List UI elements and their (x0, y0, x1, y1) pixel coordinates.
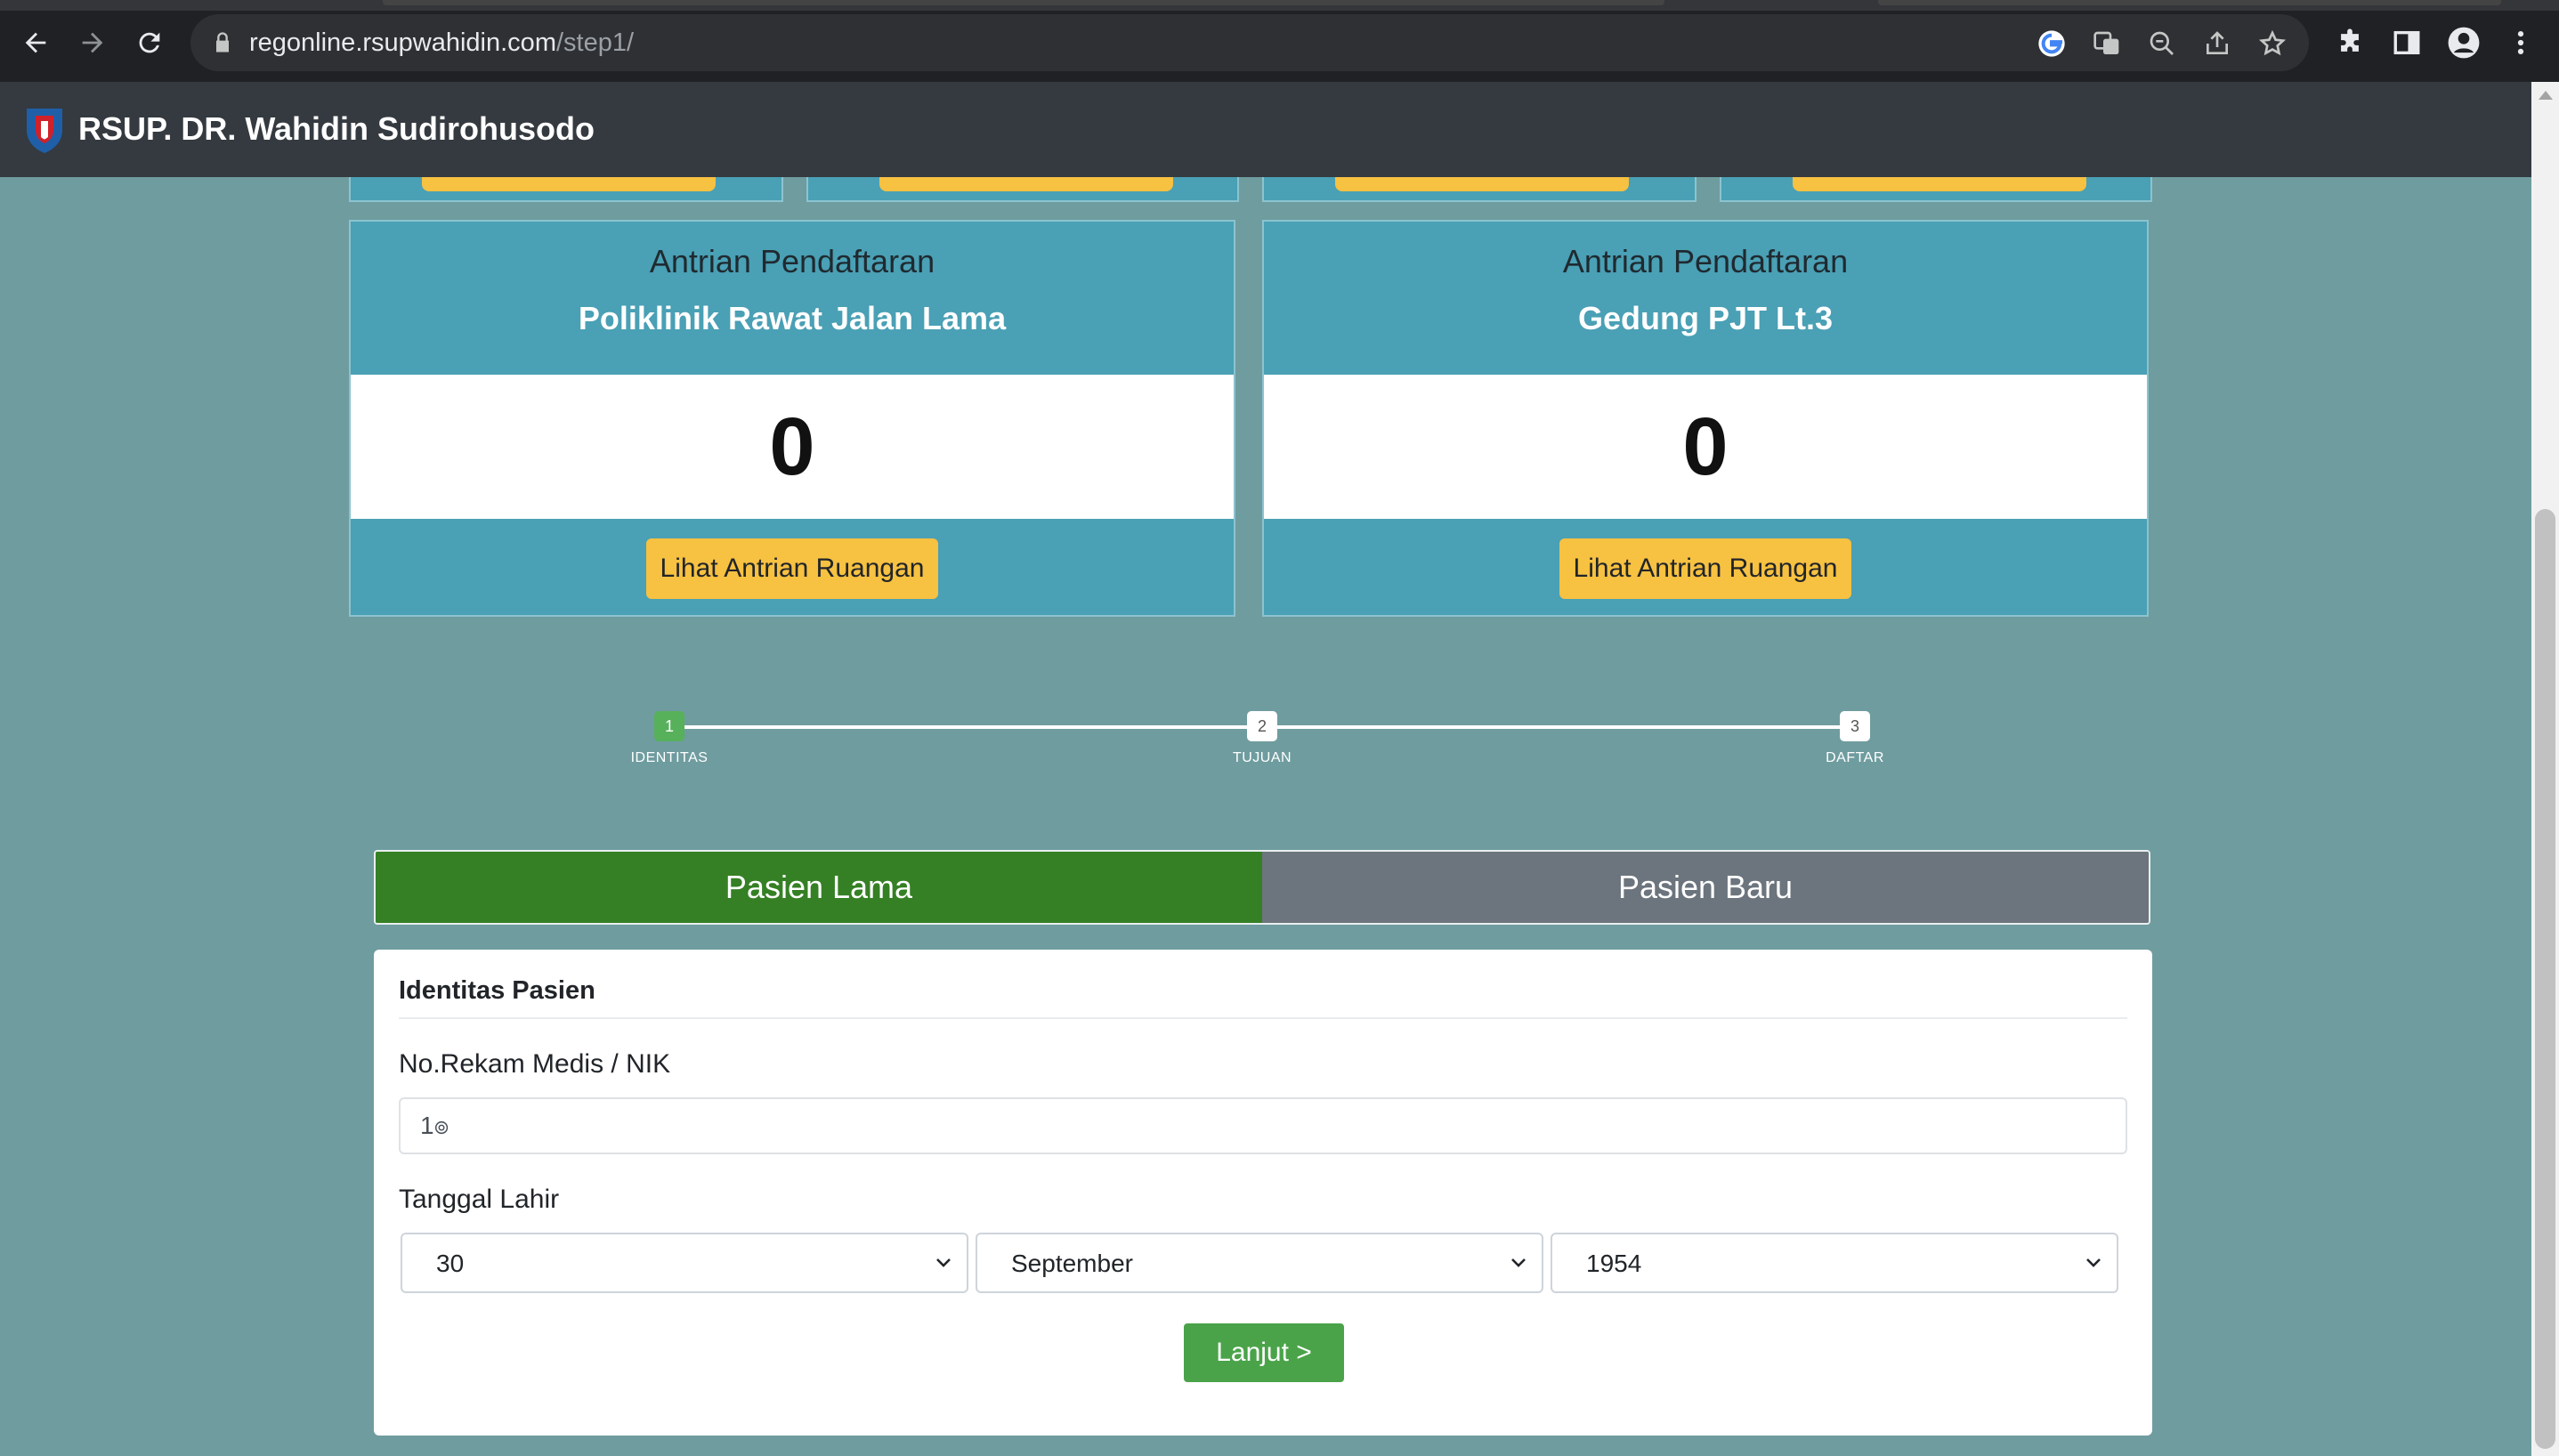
step-number: 3 (1840, 711, 1870, 741)
url-text: regonline.rsupwahidin.com/step1/ (249, 27, 634, 59)
url-host: regonline.rsupwahidin.com (249, 28, 556, 57)
back-icon[interactable] (12, 20, 59, 66)
birth-month-select[interactable]: September (976, 1233, 1543, 1293)
scroll-up-arrow-icon[interactable] (2539, 91, 2553, 100)
step-label: TUJUAN (1232, 750, 1292, 765)
reload-icon[interactable] (126, 20, 173, 66)
page-scrollbar[interactable] (2531, 82, 2559, 1456)
forward-icon[interactable] (69, 20, 116, 66)
hospital-logo-icon[interactable] (21, 105, 68, 155)
step-tujuan: 2 TUJUAN (1191, 711, 1333, 766)
scrollbar-thumb[interactable] (2535, 509, 2555, 1449)
chevron-down-icon (2086, 1258, 2101, 1267)
zoom-out-icon[interactable] (2147, 28, 2177, 59)
queue-card-partial (1720, 177, 2152, 202)
birth-day-value: 30 (436, 1250, 465, 1277)
google-icon[interactable] (2037, 28, 2067, 59)
step-label: DAFTAR (1826, 750, 1884, 765)
queue-card-gedung-pjt: Antrian Pendaftaran Gedung PJT Lt.3 0 Li… (1262, 220, 2149, 617)
queue-button-partial[interactable] (1793, 177, 2086, 191)
registration-stepper: 1 IDENTITAS 2 TUJUAN 3 DAFTAR (623, 711, 1923, 800)
queue-count: 0 (1682, 401, 1729, 492)
birth-date-label: Tanggal Lahir (399, 1185, 560, 1214)
address-bar[interactable]: regonline.rsupwahidin.com/step1/ (190, 14, 2309, 71)
patient-identity-form: Identitas Pasien No.Rekam Medis / NIK Ta… (374, 950, 2152, 1436)
chevron-down-icon (1511, 1258, 1526, 1267)
step-daftar: 3 DAFTAR (1784, 711, 1926, 766)
translate-icon[interactable] (2092, 28, 2122, 59)
chevron-down-icon (936, 1258, 951, 1267)
queue-card-partial (806, 177, 1239, 202)
queue-count-panel: 0 (1264, 375, 2147, 519)
tab-strip-segment (1878, 0, 2501, 5)
queue-title: Antrian Pendaftaran (1562, 243, 1849, 279)
queue-button-partial[interactable] (1335, 177, 1629, 191)
birth-year-value: 1954 (1586, 1250, 1642, 1277)
queue-card-partial (349, 177, 783, 202)
form-section-title: Identitas Pasien (399, 976, 595, 1005)
queue-count: 0 (769, 401, 815, 492)
url-path: /step1/ (555, 28, 635, 57)
lock-icon (216, 32, 229, 53)
tab-pasien-lama[interactable]: Pasien Lama (376, 852, 1262, 923)
menu-kebab-icon[interactable] (2503, 25, 2539, 61)
birth-day-select[interactable]: 30 (401, 1233, 968, 1293)
profile-icon[interactable] (2446, 25, 2482, 61)
view-queue-button[interactable]: Lihat Antrian Ruangan (646, 538, 938, 599)
queue-card-poliklinik: Antrian Pendaftaran Poliklinik Rawat Jal… (349, 220, 1235, 617)
site-brand[interactable]: RSUP. DR. Wahidin Sudirohusodo (78, 109, 595, 150)
step-label: IDENTITAS (630, 750, 709, 765)
extensions-icon[interactable] (2332, 25, 2368, 61)
view-queue-button[interactable]: Lihat Antrian Ruangan (1559, 538, 1851, 599)
queue-button-partial[interactable] (422, 177, 716, 191)
step-number: 2 (1247, 711, 1277, 741)
birth-year-select[interactable]: 1954 (1551, 1233, 2118, 1293)
queue-subtitle: Gedung PJT Lt.3 (1577, 300, 1833, 336)
browser-toolbar: regonline.rsupwahidin.com/step1/ (0, 0, 2559, 82)
patient-type-tabs: Pasien Lama Pasien Baru (374, 850, 2150, 925)
queue-count-panel: 0 (351, 375, 1234, 519)
queue-card-partial (1262, 177, 1697, 202)
birth-month-value: September (1011, 1250, 1133, 1277)
site-navbar: RSUP. DR. Wahidin Sudirohusodo (0, 82, 2531, 177)
queue-button-partial[interactable] (879, 177, 1173, 191)
queue-subtitle: Poliklinik Rawat Jalan Lama (578, 300, 1007, 336)
tab-pasien-baru[interactable]: Pasien Baru (1262, 852, 2149, 923)
tab-strip (0, 0, 2559, 11)
record-number-input[interactable] (399, 1097, 2127, 1154)
queue-card-header: Antrian Pendaftaran Gedung PJT Lt.3 (1264, 222, 2147, 375)
queue-card-header: Antrian Pendaftaran Poliklinik Rawat Jal… (351, 222, 1234, 375)
bookmark-star-icon[interactable] (2257, 28, 2288, 59)
side-panel-icon[interactable] (2389, 25, 2425, 61)
next-button[interactable]: Lanjut > (1184, 1323, 1344, 1382)
tab-strip-segment (383, 0, 1664, 5)
share-icon[interactable] (2202, 28, 2232, 59)
queue-title: Antrian Pendaftaran (649, 243, 935, 279)
record-number-label: No.Rekam Medis / NIK (399, 1049, 671, 1079)
page-content: Antrian Pendaftaran Poliklinik Rawat Jal… (0, 177, 2531, 1456)
form-divider (399, 1017, 2127, 1019)
step-identitas: 1 IDENTITAS (598, 711, 741, 766)
step-number: 1 (654, 711, 684, 741)
